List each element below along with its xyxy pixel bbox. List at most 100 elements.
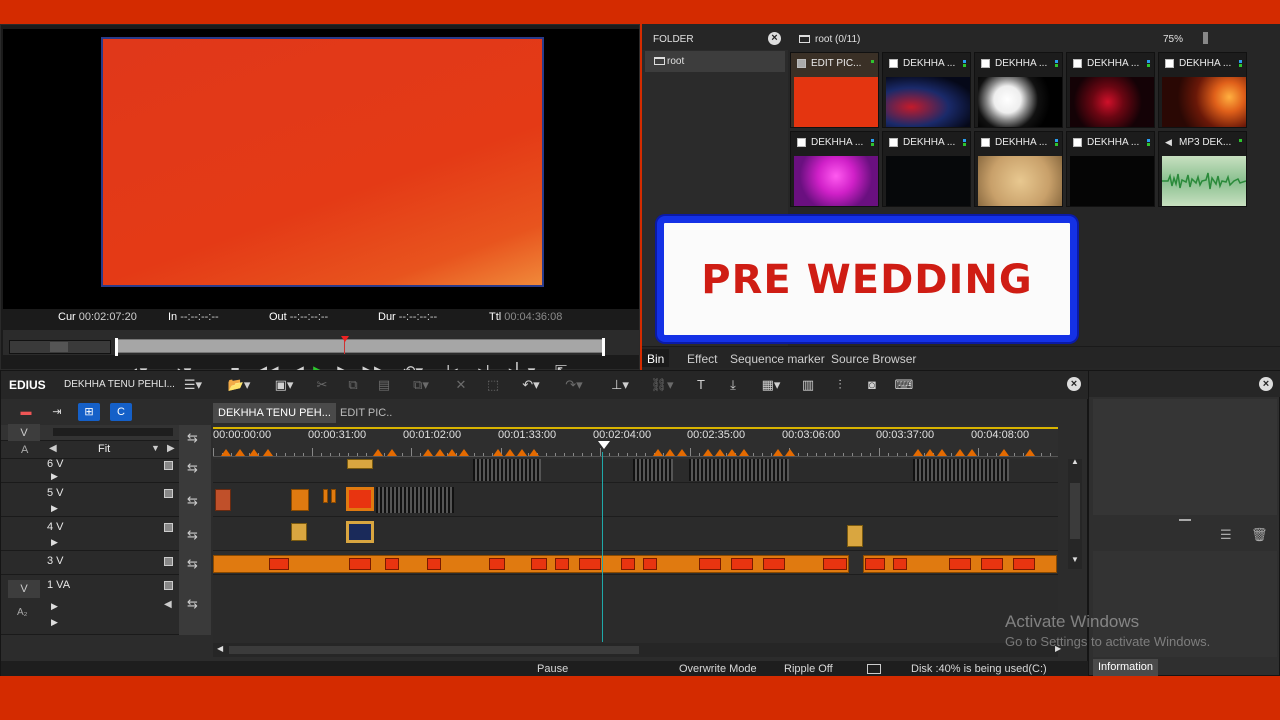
sequence-marker[interactable] xyxy=(221,449,231,456)
resize-handle-icon[interactable] xyxy=(1179,519,1191,521)
a2-patch-icon[interactable]: A₂ xyxy=(17,607,28,618)
clip-bar[interactable] xyxy=(689,459,789,481)
title-icon[interactable]: T xyxy=(691,376,711,394)
sequence-marker[interactable] xyxy=(493,449,503,456)
zoom-dropdown-icon[interactable]: ▼ xyxy=(151,443,160,453)
sequence-marker[interactable] xyxy=(727,449,737,456)
clip-bar[interactable] xyxy=(473,459,541,481)
position-head[interactable] xyxy=(341,336,349,342)
bin-zoom-slider[interactable] xyxy=(1203,32,1208,44)
clip-bar[interactable] xyxy=(1013,558,1035,570)
info-close-icon[interactable]: × xyxy=(1259,377,1273,391)
tab-effect[interactable]: Effect xyxy=(682,349,722,367)
clip-bar[interactable] xyxy=(893,558,907,570)
clip-mode-icon[interactable]: C xyxy=(110,403,132,421)
scroll-up-icon[interactable]: ▲ xyxy=(1071,457,1079,466)
sequence-marker[interactable] xyxy=(925,449,935,456)
sequence-marker[interactable] xyxy=(517,449,527,456)
sync-lock-icon[interactable]: ⇆ xyxy=(187,430,198,446)
sync-mode-icon[interactable]: ⊞ xyxy=(78,403,100,421)
track-visible-icon[interactable] xyxy=(164,581,173,590)
clip-bar[interactable] xyxy=(949,558,971,570)
clip-bar[interactable] xyxy=(269,558,289,570)
sequence-marker[interactable] xyxy=(665,449,675,456)
clip-tile[interactable]: DEKHHA ... xyxy=(1158,52,1247,128)
clip-bar[interactable] xyxy=(555,558,569,570)
zoom-level[interactable]: Fit xyxy=(98,443,110,455)
clip-bar[interactable] xyxy=(763,558,785,570)
clip-tile[interactable]: DEKHHA ... xyxy=(790,131,879,207)
audio-mixer-icon[interactable]: ▥ xyxy=(798,376,818,394)
sequence-marker[interactable] xyxy=(937,449,947,456)
scroll-left-icon[interactable]: ◀ xyxy=(217,644,223,653)
jog-knob[interactable] xyxy=(50,342,68,352)
va-patch[interactable]: V xyxy=(8,580,40,598)
list-icon[interactable]: ☰ xyxy=(1220,527,1232,543)
track-visible-icon[interactable] xyxy=(164,461,173,470)
clip-tile[interactable]: DEKHHA ... xyxy=(974,52,1063,128)
sequence-marker[interactable] xyxy=(739,449,749,456)
sequence-marker[interactable] xyxy=(235,449,245,456)
sequence-marker[interactable] xyxy=(913,449,923,456)
redo-icon[interactable]: ↷▾ xyxy=(558,376,590,394)
sync-lock-icon[interactable]: ⇆ xyxy=(187,556,198,572)
clip-bar[interactable] xyxy=(385,558,399,570)
scroll-down-icon[interactable]: ▼ xyxy=(1071,555,1079,564)
import-icon[interactable]: ⤓ xyxy=(723,376,743,394)
clip-bar[interactable] xyxy=(531,558,547,570)
clip-bar[interactable] xyxy=(323,489,328,503)
sequence-settings-icon[interactable]: ☰▾ xyxy=(179,376,207,394)
sequence-marker[interactable] xyxy=(677,449,687,456)
sequence-marker[interactable] xyxy=(653,449,663,456)
track-visible-icon[interactable] xyxy=(164,489,173,498)
clip-bar[interactable] xyxy=(349,558,371,570)
sequence-marker[interactable] xyxy=(249,449,259,456)
clip-tile[interactable]: DEKHHA ... xyxy=(882,52,971,128)
clip-bar[interactable] xyxy=(376,487,454,513)
clip-bar[interactable] xyxy=(489,558,505,570)
tab-sequence-1[interactable]: DEKHHA TENU PEH... xyxy=(213,403,336,423)
clip-bar[interactable] xyxy=(731,558,753,570)
jog-slider[interactable] xyxy=(9,340,111,354)
sync-lock-icon[interactable]: ⇆ xyxy=(187,527,198,543)
edit-mode[interactable]: Overwrite Mode xyxy=(679,663,757,675)
horizontal-scroll-thumb[interactable] xyxy=(229,646,639,654)
sequence-marker[interactable] xyxy=(999,449,1009,456)
v-patch[interactable]: V xyxy=(8,424,40,442)
expand-icon[interactable]: ▶ xyxy=(51,471,58,482)
clip-bar[interactable] xyxy=(346,487,374,511)
expand-audio-icon[interactable]: ▶ xyxy=(51,617,58,628)
ripple-mode[interactable]: Ripple Off xyxy=(784,663,833,675)
clip-tile[interactable]: EDIT PIC... xyxy=(790,52,879,128)
sync-lock-icon[interactable]: ⇆ xyxy=(187,596,198,612)
expand-icon[interactable]: ▶ xyxy=(51,537,58,548)
sequence-marker[interactable] xyxy=(1025,449,1035,456)
open-project-icon[interactable]: 📂▾ xyxy=(223,376,255,394)
position-bar[interactable] xyxy=(115,336,605,356)
clip-bar[interactable] xyxy=(643,558,657,570)
clip-bar[interactable] xyxy=(699,558,721,570)
cut-icon[interactable]: ✂ xyxy=(312,376,332,394)
monitor-icon[interactable] xyxy=(867,664,881,674)
paste-special-icon[interactable]: ⧉▾ xyxy=(406,376,436,394)
track-visible-icon[interactable] xyxy=(164,557,173,566)
sequence-marker[interactable] xyxy=(773,449,783,456)
clip-bar[interactable] xyxy=(913,459,1009,481)
copy-icon[interactable]: ⧉ xyxy=(343,376,363,394)
clip-tile[interactable]: DEKHHA ... xyxy=(882,131,971,207)
zoom-slider[interactable] xyxy=(53,428,173,436)
undo-icon[interactable]: ↶▾ xyxy=(515,376,547,394)
a-patch[interactable]: A xyxy=(21,444,28,456)
clip-bar[interactable] xyxy=(291,489,309,511)
clip-bar[interactable] xyxy=(215,489,231,511)
sync-lock-icon[interactable]: ⇆ xyxy=(187,460,198,476)
clip-bar[interactable] xyxy=(633,459,673,481)
clip-bar[interactable] xyxy=(865,558,885,570)
clip-bar[interactable] xyxy=(579,558,601,570)
sequence-marker[interactable] xyxy=(967,449,977,456)
mixer-sliders-icon[interactable]: ⫶ xyxy=(830,376,850,394)
sequence-marker[interactable] xyxy=(387,449,397,456)
folder-close-icon[interactable]: × xyxy=(768,32,781,45)
playhead-handle[interactable] xyxy=(598,441,610,449)
ripple-mode-icon[interactable]: ⇥ xyxy=(46,403,68,421)
